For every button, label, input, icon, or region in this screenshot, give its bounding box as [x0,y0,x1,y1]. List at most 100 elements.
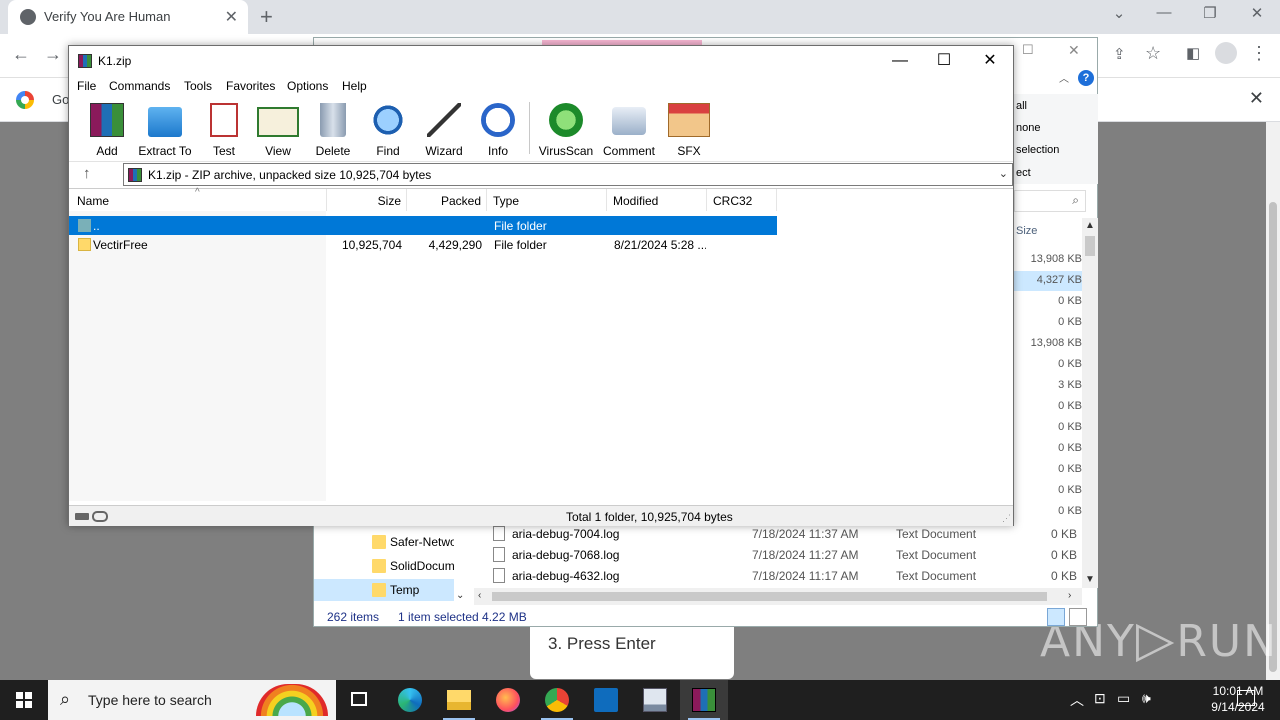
select-item[interactable]: ect [1016,167,1031,179]
select-none-item[interactable]: none [1016,122,1040,134]
file-size: 0 KB [1058,442,1082,454]
column-modified[interactable]: Modified [607,189,707,211]
select-all-item[interactable]: all [1016,100,1027,112]
share-icon[interactable]: ⇪ [1113,45,1126,63]
menu-help[interactable]: Help [342,79,367,93]
resize-grip-icon[interactable]: ⋰ [1002,513,1011,524]
minimize-button[interactable]: — [877,50,923,72]
outlook-button[interactable] [582,680,630,720]
scroll-left-icon[interactable]: ‹ [478,590,481,601]
browser-tab[interactable]: Verify You Are Human ✕ [8,0,248,34]
winrar-taskbar-button[interactable] [680,680,728,720]
trash-icon [320,103,346,137]
comment-button[interactable]: Comment [599,103,659,159]
side-panel-icon[interactable]: ◧ [1186,44,1200,62]
help-icon[interactable]: ? [1078,70,1094,86]
file-size: 0 KB [1058,358,1082,370]
close-button[interactable]: ✕ [967,50,1013,72]
back-arrow-icon[interactable]: ← [12,44,30,65]
menu-options[interactable]: Options [287,79,328,93]
scrollbar-thumb[interactable] [492,592,1047,601]
explorer-vertical-scrollbar[interactable]: ▲ ▼ [1082,218,1098,588]
firefox-button[interactable] [484,680,532,720]
task-view-icon [351,692,367,706]
chrome-button[interactable] [533,680,581,720]
start-button[interactable] [0,680,48,720]
forward-arrow-icon[interactable]: → [44,44,62,65]
explorer-maximize-button[interactable]: ☐ [1022,42,1034,58]
page-scrollbar[interactable] [1266,122,1280,680]
nav-item-soliddocuments[interactable]: SolidDocum [368,555,454,577]
device-icon[interactable]: ⊡ [1094,690,1106,707]
column-name[interactable]: Name ^ [69,187,327,211]
column-size[interactable]: Size [327,189,407,211]
nav-item-temp[interactable]: Temp [368,579,454,601]
folder-icon [372,559,386,573]
tab-search-chevron-icon[interactable]: ⌄ [1099,4,1139,22]
details-view-icon[interactable] [1047,608,1065,626]
ribbon-collapse-icon[interactable]: ︿ [1059,70,1069,85]
edge-button[interactable] [386,680,434,720]
sfx-button[interactable]: SFX [659,103,719,159]
new-tab-button[interactable]: + [260,4,273,30]
scroll-up-icon[interactable]: ▲ [1085,220,1095,231]
file-row[interactable]: aria-debug-7068.log 7/18/2024 11:27 AM T… [489,544,1079,565]
menu-favorites[interactable]: Favorites [226,79,275,93]
up-arrow-icon[interactable]: ↑ [83,165,91,182]
file-row[interactable]: aria-debug-4632.log 7/18/2024 11:17 AM T… [489,565,1079,586]
bookmark-star-icon[interactable]: ☆ [1145,43,1161,64]
explorer-close-button[interactable]: ✕ [1068,42,1080,59]
virusscan-button[interactable]: VirusScan [536,103,596,159]
menu-kebab-icon[interactable]: ⋮ [1250,43,1268,64]
tray-chevron-icon[interactable]: ︿ [1070,690,1084,710]
column-type[interactable]: Type [487,189,607,211]
menu-commands[interactable]: Commands [109,79,170,93]
nav-item-safer-networking[interactable]: Safer-Netwo [368,531,454,553]
explorer-search-input[interactable]: ⌕ [1014,190,1086,212]
file-list[interactable]: Name ^ Size Packed Type Modified CRC32 ..… [69,187,1013,501]
menu-file[interactable]: File [77,79,96,93]
page-scrollbar-thumb[interactable] [1269,202,1277,672]
explorer-horizontal-scrollbar[interactable]: ‹ › [474,588,1082,605]
tab-close-icon[interactable]: ✕ [225,7,238,27]
table-row[interactable]: VectirFree 10,925,704 4,429,290 File fol… [69,235,777,254]
browser-restore-button[interactable]: ❐ [1190,4,1230,22]
volume-icon[interactable]: 🕪 [1142,690,1151,707]
browser-minimize-button[interactable]: — [1144,4,1184,21]
notification-icon[interactable] [1237,690,1255,706]
table-row[interactable]: .. File folder [69,216,777,235]
invert-selection-item[interactable]: selection [1016,144,1059,156]
scroll-right-icon[interactable]: › [1068,590,1071,601]
maximize-button[interactable]: ☐ [921,50,967,72]
virus-scan-icon [549,103,583,137]
profile-avatar[interactable] [1215,42,1237,64]
windows-logo-icon [16,692,23,699]
taskbar-search-box[interactable]: ⌕ Type here to search [48,680,336,720]
browser-close-button[interactable]: ✕ [1237,4,1277,22]
tab-title: Verify You Are Human [44,9,171,24]
file-size: 0 KB [1058,400,1082,412]
archive-path-field[interactable]: K1.zip - ZIP archive, unpacked size 10,9… [123,163,1013,186]
large-icons-view-icon[interactable] [1069,608,1087,626]
column-packed[interactable]: Packed [407,189,487,211]
path-dropdown-icon[interactable]: ⌄ [999,167,1008,180]
scroll-down-icon[interactable]: ▼ [1085,574,1095,585]
file-size: 0 KB [1058,484,1082,496]
scrollbar-thumb[interactable] [1085,236,1095,256]
folder-icon [372,583,386,597]
nav-scroll-down-icon[interactable]: ⌄ [456,590,464,601]
column-crc32[interactable]: CRC32 [707,189,777,211]
file-explorer-button[interactable] [435,680,483,720]
winrar-titlebar: K1.zip — ☐ ✕ [69,46,1013,76]
file-row[interactable]: aria-debug-7004.log 7/18/2024 11:37 AM T… [489,523,1079,544]
folder-icon [372,535,386,549]
folder-icon [78,238,91,251]
network-icon[interactable]: ▭ [1117,690,1130,707]
computer-button[interactable] [631,680,679,720]
size-column-header[interactable]: Size [1016,225,1037,237]
file-size: 4,327 KB [1036,274,1082,286]
task-view-button[interactable] [336,680,384,720]
info-button[interactable]: Info [468,103,528,159]
menu-tools[interactable]: Tools [184,79,212,93]
infobar-close-icon[interactable]: ✕ [1249,88,1264,109]
